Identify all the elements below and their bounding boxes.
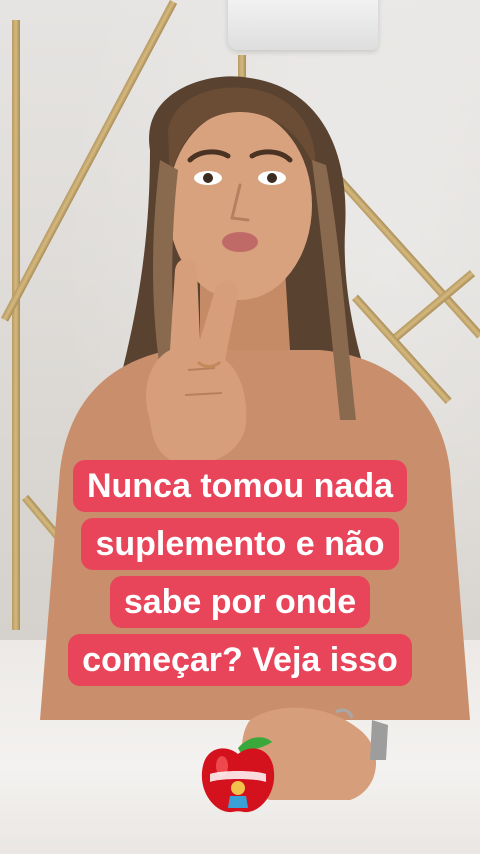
caption-line: Nunca tomou nada — [72, 460, 408, 512]
caption-line: suplemento e não — [81, 518, 399, 570]
woman-illustration — [40, 76, 470, 800]
video-frame — [0, 0, 480, 854]
video-caption: Nunca tomou nada suplemento e não sabe p… — [36, 460, 444, 692]
caption-line: sabe por onde — [109, 576, 371, 628]
caption-line: começar? Veja isso — [68, 634, 412, 686]
apple-logo-icon — [201, 737, 275, 813]
